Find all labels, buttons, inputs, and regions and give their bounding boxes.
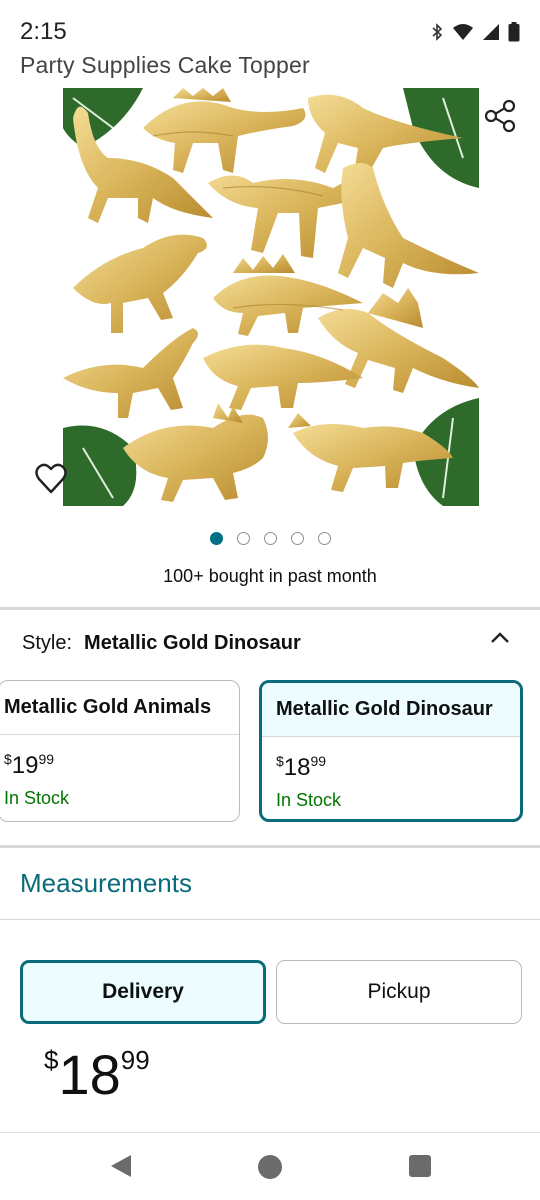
style-option-stock: In Stock (4, 788, 70, 808)
product-title: Party Supplies Cake Topper (20, 52, 310, 78)
carousel-dot[interactable] (236, 532, 250, 545)
style-option-metallic-gold-animals[interactable]: Metallic Gold Animals $1999 In Stock (0, 680, 240, 822)
style-option-name: Metallic Gold Dinosaur (262, 683, 520, 737)
heart-icon (35, 463, 67, 494)
wishlist-button[interactable] (34, 462, 68, 496)
bluetooth-icon (432, 23, 443, 41)
delivery-button[interactable]: Delivery (20, 960, 266, 1024)
style-option-metallic-gold-dinosaur[interactable]: Metallic Gold Dinosaur $1899 In Stock (259, 680, 523, 822)
section-divider (0, 919, 540, 920)
collapse-style-button[interactable] (488, 628, 512, 648)
status-icons (430, 22, 520, 42)
style-selected-value: Metallic Gold Dinosaur (84, 632, 301, 654)
image-carousel-indicator (0, 532, 540, 545)
pickup-button[interactable]: Pickup (276, 960, 522, 1024)
bought-count: 100+ bought in past month (163, 566, 377, 586)
status-time: 2:15 (20, 18, 67, 45)
style-option-stock: In Stock (276, 790, 342, 810)
product-price: $1899 (44, 1042, 150, 1107)
style-option-price: $1999 (0, 735, 239, 780)
price-cents: 99 (120, 1045, 150, 1075)
share-icon (484, 99, 516, 133)
status-bar: 2:15 (0, 0, 540, 56)
price-cents: 99 (38, 751, 55, 767)
style-option-name: Metallic Gold Animals (0, 681, 239, 735)
price-whole: 18 (283, 754, 311, 781)
style-option-price: $1899 (262, 737, 520, 782)
chevron-up-icon (491, 632, 509, 643)
product-image[interactable] (63, 88, 479, 506)
carousel-dot[interactable] (317, 532, 331, 545)
home-button[interactable] (258, 1155, 282, 1179)
section-divider (0, 607, 540, 610)
battery-icon (508, 22, 520, 42)
price-cents: 99 (310, 753, 327, 769)
style-label: Style: (22, 632, 73, 654)
price-symbol: $ (4, 751, 12, 767)
back-triangle-icon (111, 1155, 131, 1177)
carousel-dot[interactable] (263, 532, 277, 545)
recent-apps-button[interactable] (409, 1155, 431, 1177)
price-whole: 18 (58, 1043, 121, 1106)
signal-icon (483, 24, 499, 40)
style-selector-header[interactable]: Style: Metallic Gold Dinosaur (22, 632, 301, 655)
carousel-dot[interactable] (209, 532, 223, 545)
price-whole: 19 (11, 752, 39, 779)
carousel-dot[interactable] (290, 532, 304, 545)
measurements-link[interactable]: Measurements (20, 868, 192, 899)
wifi-icon (453, 24, 473, 40)
back-button[interactable] (109, 1153, 133, 1184)
price-symbol: $ (44, 1045, 59, 1075)
section-divider (0, 845, 540, 848)
system-nav-bar (0, 1132, 540, 1200)
share-button[interactable] (482, 98, 518, 134)
price-symbol: $ (276, 753, 284, 769)
gold-dinosaur-figurines-image (63, 88, 479, 506)
